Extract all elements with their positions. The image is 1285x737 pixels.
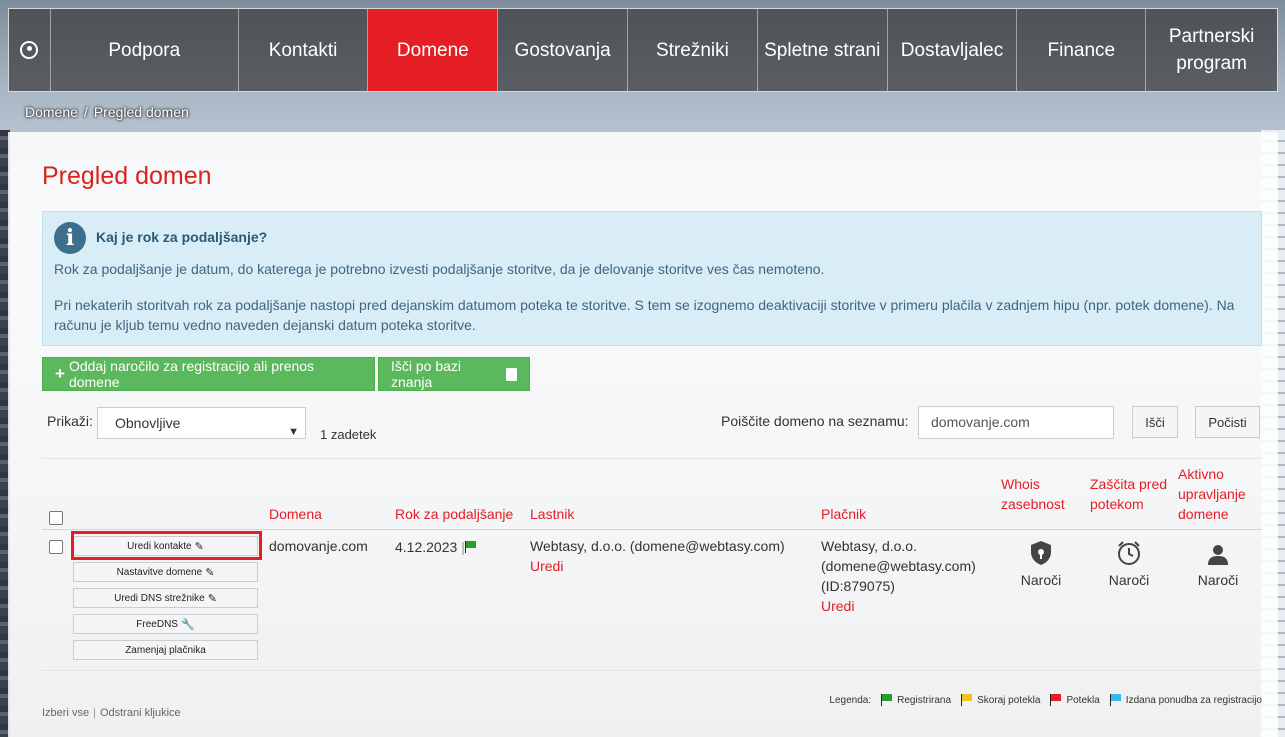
- divider: [42, 458, 1262, 459]
- legend-label: Legenda:: [829, 694, 872, 706]
- clear-checks-link[interactable]: Odstrani kljukice: [100, 707, 181, 719]
- nav-item-spletne-strani[interactable]: Spletne strani: [757, 9, 888, 91]
- legend-item-expired: Potekla: [1050, 694, 1100, 706]
- info-paragraph-2: Pri nekaterih storitvah rok za podaljšan…: [54, 297, 1235, 333]
- result-count: 1 zadetek: [320, 427, 377, 442]
- search-button[interactable]: Išči: [1132, 406, 1178, 438]
- clear-button[interactable]: Počisti: [1195, 406, 1260, 438]
- legend-item-expiring: Skoraj potekla: [961, 694, 1040, 706]
- freedns-button[interactable]: FreeDNS 🔧: [73, 614, 258, 634]
- row-checkbox[interactable]: [49, 540, 63, 554]
- show-filter-select[interactable]: Obnovljive ▼: [97, 407, 306, 439]
- payer-name: Webtasy, d.o.o.: [821, 538, 917, 554]
- breadcrumb-current: Pregled domen: [93, 104, 189, 120]
- active-management-cell[interactable]: Naroči: [1183, 540, 1253, 588]
- breadcrumb-separator: /: [83, 104, 88, 120]
- owner-name: Webtasy, d.o.o. (domene@webtasy.com): [530, 538, 785, 554]
- header-payer[interactable]: Plačnik: [821, 504, 866, 524]
- alarm-clock-icon: [1118, 541, 1140, 565]
- nav-item-finance[interactable]: Finance: [1017, 9, 1147, 91]
- page-title: Pregled domen: [42, 162, 212, 190]
- chevron-down-icon: ▼: [288, 426, 299, 438]
- shield-lock-icon: [1031, 541, 1051, 565]
- red-flag-icon: [1050, 694, 1062, 706]
- nav-item-strezniki[interactable]: Strežniki: [628, 9, 758, 91]
- main-nav: Podpora Kontakti Domene Gostovanja Strež…: [8, 8, 1278, 92]
- legend: Legenda: Registrirana Skoraj potekla Pot…: [829, 694, 1262, 706]
- whois-privacy-cell[interactable]: Naroči: [1006, 540, 1076, 588]
- select-all-checkbox[interactable]: [49, 511, 63, 525]
- header-protection: Zaščita pred potekom: [1090, 476, 1168, 512]
- info-title: Kaj je rok za podaljšanje?: [96, 229, 268, 245]
- legend-item-registered: Registrirana: [881, 694, 951, 706]
- payer-edit-link[interactable]: Uredi: [821, 596, 976, 616]
- blue-flag-icon: [1109, 694, 1122, 706]
- header-owner[interactable]: Lastnik: [530, 504, 574, 524]
- user-icon: [1208, 545, 1228, 565]
- wrench-icon: 🔧: [180, 618, 195, 631]
- domain-settings-button[interactable]: Nastavitve domene ✎: [73, 562, 258, 582]
- green-flag-icon: [881, 694, 893, 706]
- header-divider: [42, 529, 1262, 530]
- breadcrumb: Domene / Pregled domen: [25, 104, 189, 120]
- select-all-link[interactable]: Izberi vse: [42, 707, 89, 719]
- protection-order-link[interactable]: Naroči: [1094, 572, 1164, 588]
- status-flag-icon: [464, 541, 477, 553]
- book-icon: [506, 367, 517, 381]
- payer-id: (ID:879075): [821, 578, 895, 594]
- bulk-links-separator: |: [93, 707, 96, 719]
- nav-item-podpora[interactable]: Podpora: [50, 9, 239, 91]
- knowledge-base-button[interactable]: Išči po bazi znanja: [378, 357, 530, 391]
- order-domain-button[interactable]: + Oddaj naročilo za registracijo ali pre…: [42, 357, 375, 391]
- change-payer-button[interactable]: Zamenjaj plačnika: [73, 640, 258, 660]
- show-filter-label: Prikaži:: [47, 413, 93, 429]
- nav-item-gostovanja[interactable]: Gostovanja: [498, 9, 629, 91]
- owner-cell: Webtasy, d.o.o. (domene@webtasy.com) Ure…: [530, 536, 785, 576]
- yellow-flag-icon: [961, 694, 973, 706]
- bulk-links: Izberi vse | Odstrani kljukice: [42, 707, 181, 719]
- info-box: i Kaj je rok za podaljšanje? Rok za poda…: [42, 211, 1262, 346]
- nav-item-domene[interactable]: Domene: [368, 9, 499, 91]
- highlight-box: [71, 531, 262, 560]
- home-icon: [20, 41, 39, 59]
- nav-home[interactable]: [9, 9, 51, 91]
- pencil-icon: ✎: [207, 592, 217, 605]
- content-panel: Pregled domen i Kaj je rok za podaljšanj…: [8, 132, 1278, 737]
- header-domain[interactable]: Domena: [269, 504, 322, 524]
- header-managed: Aktivno upravljanje domene: [1178, 466, 1246, 522]
- search-label: Poiščite domeno na seznamu:: [721, 413, 909, 429]
- domain-name: domovanje.com: [269, 538, 368, 554]
- info-paragraph-1: Rok za podaljšanje je datum, do katerega…: [54, 261, 825, 277]
- legend-item-offer: Izdana ponudba za registracijo: [1109, 694, 1262, 706]
- nav-item-dostavljalec[interactable]: Dostavljalec: [887, 9, 1018, 91]
- nav-item-kontakti[interactable]: Kontakti: [238, 9, 369, 91]
- search-input[interactable]: domovanje.com: [918, 406, 1114, 439]
- table-bottom-divider: [42, 670, 1262, 671]
- management-order-link[interactable]: Naroči: [1183, 572, 1253, 588]
- whois-order-link[interactable]: Naroči: [1006, 572, 1076, 588]
- pencil-icon: ✎: [205, 566, 215, 579]
- expiry-protection-cell[interactable]: Naroči: [1094, 540, 1164, 588]
- breadcrumb-root[interactable]: Domene: [25, 104, 78, 120]
- plus-icon: +: [55, 364, 65, 383]
- renewal-date: 4.12.2023 |: [395, 537, 477, 557]
- edit-dns-button[interactable]: Uredi DNS strežnike ✎: [73, 588, 258, 608]
- header-whois: Whois zasebnost: [1001, 476, 1065, 512]
- owner-edit-link[interactable]: Uredi: [530, 556, 785, 576]
- payer-cell: Webtasy, d.o.o. (domene@webtasy.com) (ID…: [821, 536, 976, 616]
- info-icon: i: [54, 222, 86, 254]
- payer-email: (domene@webtasy.com): [821, 558, 976, 574]
- nav-item-partnerski-program[interactable]: Partnerski program: [1146, 9, 1278, 91]
- header-renewal[interactable]: Rok za podaljšanje: [395, 504, 513, 524]
